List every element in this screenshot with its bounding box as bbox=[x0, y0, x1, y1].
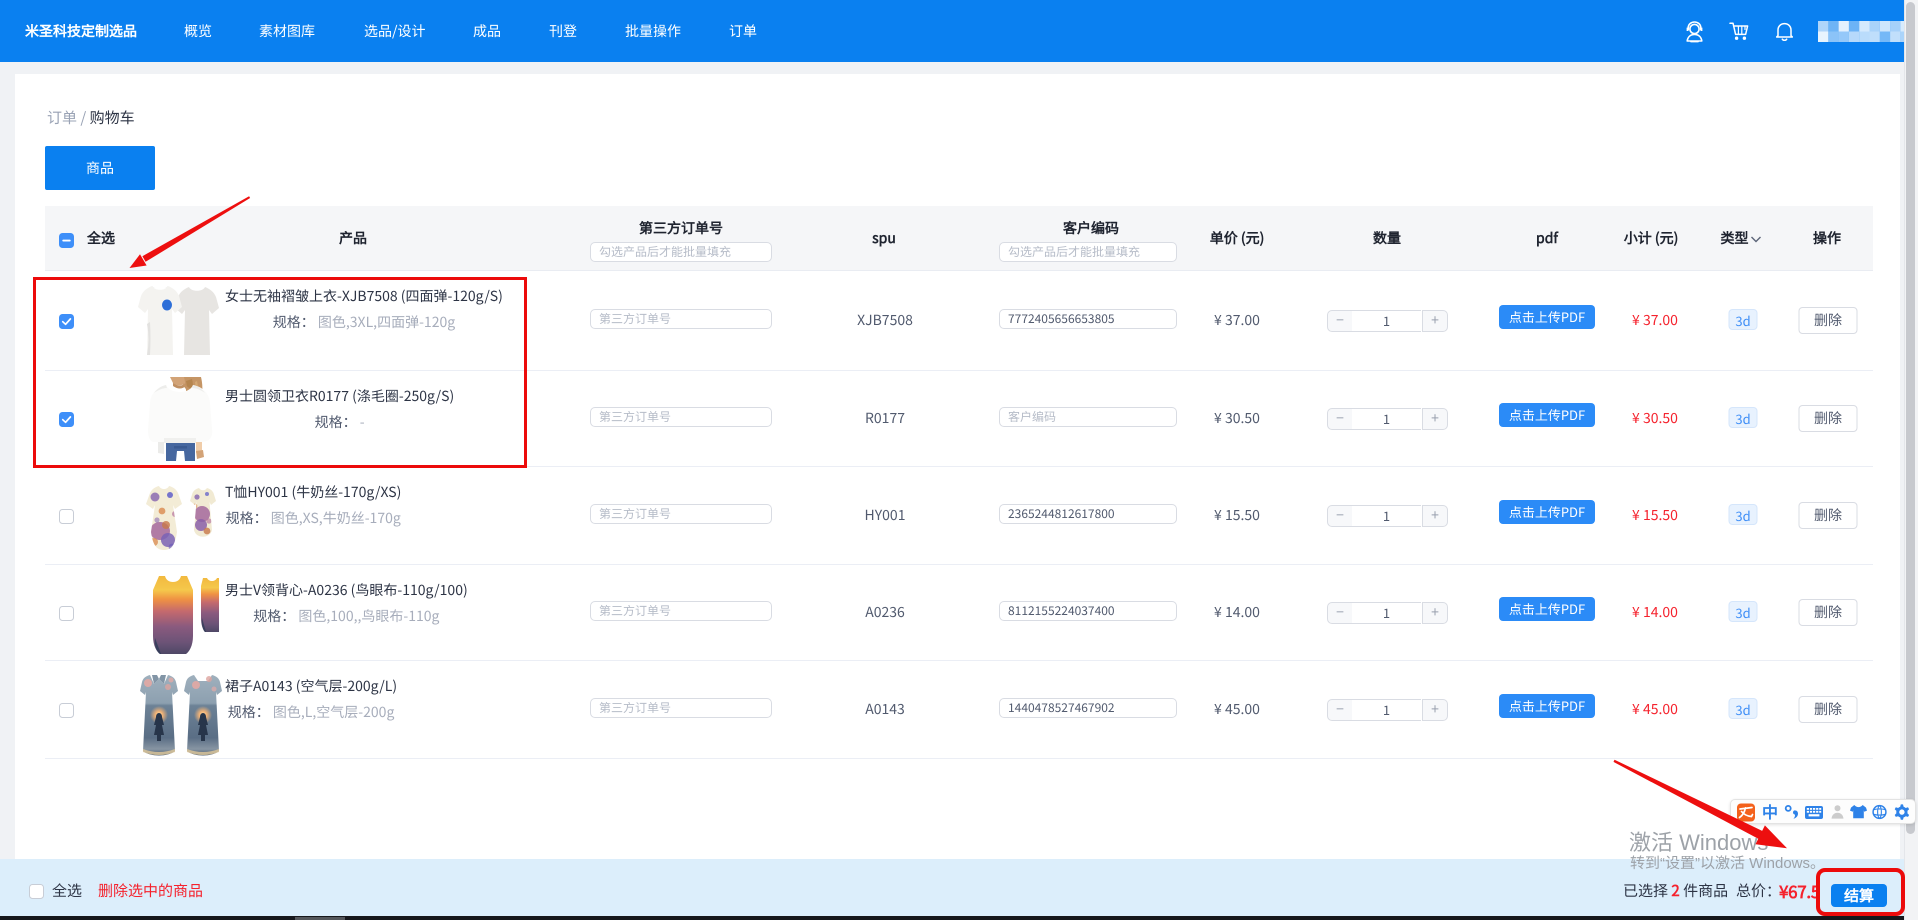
svg-text:中: 中 bbox=[1762, 801, 1778, 823]
